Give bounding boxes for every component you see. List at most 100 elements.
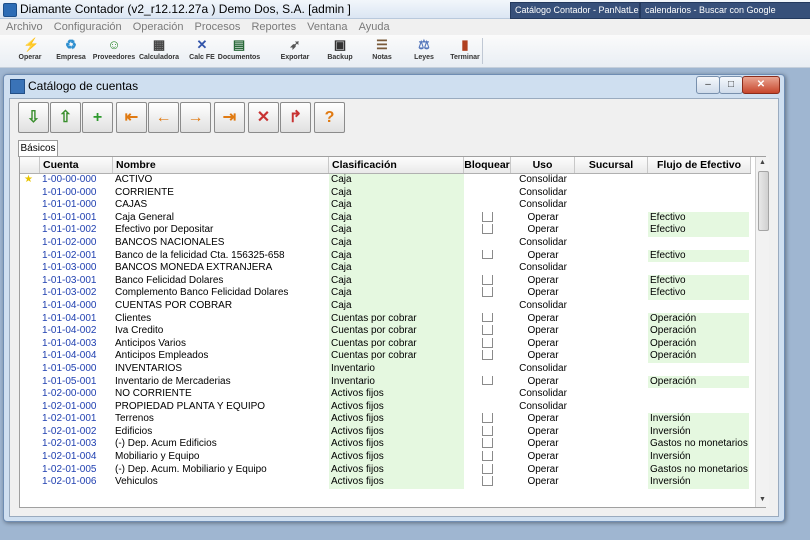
export-icon: ➶ — [289, 37, 301, 52]
toolbar-proveedores-button[interactable]: ☺ Proveedores — [92, 37, 136, 65]
exit-icon[interactable]: ↱ — [280, 102, 311, 133]
table-row[interactable]: 1-01-01-002 Efectivo por Depositar Caja Ope… — [20, 224, 751, 237]
cell-nombre: PROPIEDAD PLANTA Y EQUIPO — [115, 400, 266, 412]
cell-nombre: Complemento Banco Felicidad Dolares — [115, 287, 289, 299]
cell-flujo-efectivo: Gastos no monetarios — [648, 438, 749, 452]
table-row[interactable]: ★ 1-00-00-000 ACTIVO Caja Consolidar — [20, 174, 751, 187]
minimize-button[interactable]: – — [696, 76, 720, 94]
table-row[interactable]: 1-01-05-001 Inventario de Mercaderias Inve… — [20, 375, 751, 389]
toolbar-empresa-button[interactable]: ♻ Empresa — [49, 37, 93, 65]
header-uso[interactable]: Uso — [511, 157, 575, 173]
table-row[interactable]: 1-02-00-000 NO CORRIENTE Activos fijos Cons… — [20, 388, 751, 401]
cell-uso: Operar — [527, 375, 559, 387]
menu-ayuda[interactable]: Ayuda — [355, 19, 394, 35]
header-sucursal[interactable]: Sucursal — [575, 157, 648, 173]
table-row[interactable]: 1-02-01-004 Mobiliario y Equipo Activos fi… — [20, 451, 751, 464]
table-row[interactable]: 1-01-04-003 Anticipos Varios Cuentas por c… — [20, 337, 751, 351]
table-row[interactable]: 1-01-04-000 CUENTAS POR COBRAR Caja Consoli… — [20, 299, 751, 313]
cell-nombre: (-) Dep. Acum. Mobiliario y Equipo — [115, 463, 267, 475]
menu-configuracion[interactable]: Configuración — [50, 19, 126, 35]
toolbar-button-label: Proveedores — [92, 54, 136, 61]
toolbar-button-label: Calc FE — [189, 54, 215, 61]
table-row[interactable]: 1-01-03-000 BANCOS MONEDA EXTRANJERA Caja C… — [20, 262, 751, 275]
menu-archivo[interactable]: Archivo — [2, 19, 47, 35]
header-nombre[interactable]: Nombre — [113, 157, 329, 173]
toolbar-operar-button[interactable]: ⚡ Operar — [8, 37, 52, 65]
vertical-scrollbar[interactable]: ▲ ▼ — [755, 157, 769, 507]
header-clasificacion[interactable]: Clasificación — [329, 157, 464, 173]
bloquear-checkbox[interactable] — [482, 425, 493, 436]
menu-operacion[interactable]: Operación — [129, 19, 188, 35]
bloquear-checkbox[interactable] — [482, 451, 493, 461]
bloquear-checkbox[interactable] — [482, 476, 493, 487]
help-icon[interactable]: ? — [314, 102, 345, 133]
bloquear-checkbox[interactable] — [482, 274, 493, 285]
tab-basicos[interactable]: Básicos — [18, 140, 58, 157]
menu-procesos[interactable]: Procesos — [191, 19, 245, 35]
last-record-icon[interactable]: ⇥ — [214, 102, 245, 133]
bloquear-checkbox[interactable] — [482, 249, 493, 260]
table-row[interactable]: 1-01-02-000 BANCOS NACIONALES Caja Consolid… — [20, 236, 751, 250]
table-row[interactable]: 1-02-01-000 PROPIEDAD PLANTA Y EQUIPO Acti… — [20, 400, 751, 414]
cell-sucursal — [575, 300, 648, 313]
bloquear-checkbox[interactable] — [482, 287, 493, 298]
toolbar-calculadora-button[interactable]: ▦ Calculadora — [137, 37, 181, 65]
close-button[interactable]: ✕ — [742, 76, 780, 94]
table-row[interactable]: 1-01-01-001 Caja General Caja Operar Efectiv… — [20, 211, 751, 225]
bloquear-checkbox[interactable] — [482, 211, 493, 222]
table-row[interactable]: 1-02-01-003 (-) Dep. Acum Edificios Activo… — [20, 438, 751, 452]
table-row[interactable]: 1-01-02-001 Banco de la felicidad Cta. 15… — [20, 249, 751, 263]
table-row[interactable]: 1-01-00-000 CORRIENTE Caja Consolidar — [20, 186, 751, 200]
next-record-icon[interactable]: → — [180, 102, 211, 133]
bloquear-checkbox[interactable] — [482, 413, 493, 424]
header-flujo-efectivo[interactable]: Flujo de Efectivo — [648, 157, 751, 173]
bloquear-checkbox[interactable] — [482, 375, 493, 386]
browser-tab-1[interactable]: Catálogo Contador - PanNatLeo... — [510, 2, 640, 19]
cell-uso: Operar — [527, 476, 559, 488]
table-row[interactable]: 1-02-01-002 Edificios Activos fijos Operar I… — [20, 425, 751, 439]
browser-tab-2[interactable]: calendarios - Buscar con Google — [640, 2, 810, 19]
table-row[interactable]: 1-01-04-001 Clientes Cuentas por cobrar Ope… — [20, 312, 751, 326]
header-cuenta[interactable]: Cuenta — [40, 157, 113, 173]
bloquear-checkbox[interactable] — [482, 438, 493, 449]
table-row[interactable]: 1-01-03-002 Complemento Banco Felicidad D… — [20, 287, 751, 300]
scroll-thumb[interactable] — [758, 171, 769, 231]
table-row[interactable]: 1-02-01-006 Vehiculos Activos fijos Operar I… — [20, 476, 751, 489]
scroll-down-icon[interactable]: ▼ — [756, 494, 769, 506]
menu-ventana[interactable]: Ventana — [303, 19, 351, 35]
toolbar-terminar-button[interactable]: ▮ Terminar — [443, 37, 487, 65]
toolbar-exportar-button[interactable]: ➶ Exportar — [273, 37, 317, 65]
cell-flujo-efectivo: Operación — [648, 375, 749, 389]
toolbar-notas-button[interactable]: ☰ Notas — [360, 37, 404, 65]
bloquear-checkbox[interactable] — [482, 463, 493, 474]
export-icon[interactable]: ⇧ — [50, 102, 81, 133]
bloquear-checkbox[interactable] — [482, 325, 493, 335]
cell-cuenta: 1-02-00-000 — [42, 388, 97, 400]
import-icon[interactable]: ⇩ — [18, 102, 49, 133]
window-titlebar[interactable]: Catálogo de cuentas – □ ✕ — [4, 75, 784, 97]
table-row[interactable]: 1-02-01-005 (-) Dep. Acum. Mobiliario y E… — [20, 463, 751, 477]
table-row[interactable]: 1-02-01-001 Terrenos Activos fijos Operar In… — [20, 413, 751, 426]
table-row[interactable]: 1-01-04-004 Anticipos Empleados Cuentas po… — [20, 350, 751, 363]
table-row[interactable]: 1-01-05-000 INVENTARIOS Inventario Consolid… — [20, 362, 751, 376]
new-document-icon[interactable]: + — [82, 102, 113, 133]
header-bloquear[interactable]: Bloquear — [464, 157, 511, 173]
toolbar-documentos-button[interactable]: ▤ Documentos — [217, 37, 261, 65]
first-record-icon[interactable]: ⇤ — [116, 102, 147, 133]
maximize-button[interactable]: □ — [719, 76, 743, 94]
cell-flujo-efectivo: Gastos no monetarios — [648, 463, 749, 477]
previous-record-icon[interactable]: ← — [148, 102, 179, 133]
bloquear-checkbox[interactable] — [482, 350, 493, 361]
bloquear-checkbox[interactable] — [482, 224, 493, 235]
cell-cuenta: 1-01-03-002 — [42, 287, 97, 299]
toolbar-leyes-button[interactable]: ⚖ Leyes — [402, 37, 446, 65]
delete-icon[interactable]: ✕ — [248, 102, 279, 133]
bloquear-checkbox[interactable] — [482, 312, 493, 323]
table-row[interactable]: 1-01-03-001 Banco Felicidad Dolares Caja Op… — [20, 274, 751, 288]
table-row[interactable]: 1-01-04-002 Iva Credito Cuentas por cobrar… — [20, 325, 751, 338]
bloquear-checkbox[interactable] — [482, 337, 493, 348]
menu-reportes[interactable]: Reportes — [247, 19, 300, 35]
scroll-up-icon[interactable]: ▲ — [756, 157, 769, 169]
toolbar-backup-button[interactable]: ▣ Backup — [318, 37, 362, 65]
table-row[interactable]: 1-01-01-000 CAJAS Caja Consolidar — [20, 199, 751, 212]
